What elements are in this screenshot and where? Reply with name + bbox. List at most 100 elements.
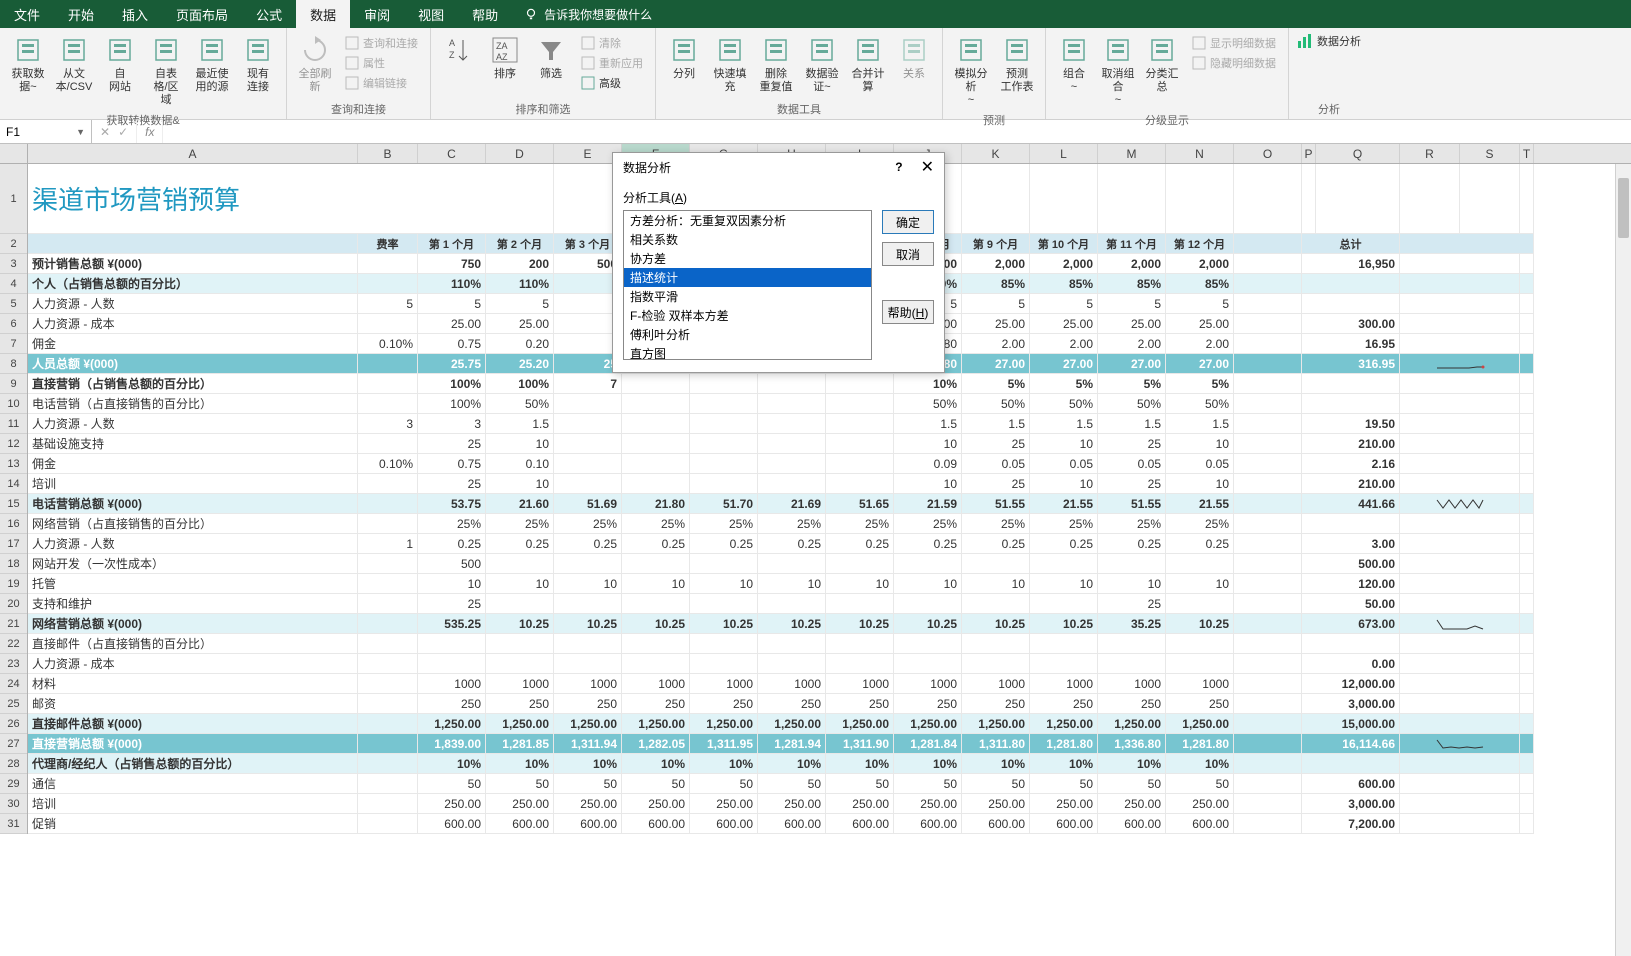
total-cell[interactable]: 50.00 <box>1302 594 1400 614</box>
val-cell[interactable]: 10 <box>1166 474 1234 494</box>
label-cell[interactable]: 支持和维护 <box>28 594 358 614</box>
analysis-tool-item[interactable]: 傅利叶分析 <box>624 325 871 344</box>
cancel-button[interactable]: 取消 <box>882 242 934 266</box>
val-cell[interactable]: 10% <box>622 754 690 774</box>
analysis-tool-item[interactable]: 相关系数 <box>624 230 871 249</box>
val-cell[interactable]: 250 <box>690 694 758 714</box>
val-cell[interactable]: 7 <box>554 374 622 394</box>
rate-cell[interactable] <box>358 314 418 334</box>
vertical-scrollbar[interactable] <box>1615 164 1631 956</box>
val-cell[interactable] <box>758 474 826 494</box>
val-cell[interactable]: 50 <box>894 774 962 794</box>
val-cell[interactable] <box>1030 654 1098 674</box>
label-cell[interactable]: 人员总额 ¥(000) <box>28 354 358 374</box>
val-cell[interactable]: 10 <box>418 574 486 594</box>
val-cell[interactable]: 10% <box>1030 754 1098 774</box>
total-cell[interactable] <box>1302 514 1400 534</box>
val-cell[interactable]: 10 <box>1030 574 1098 594</box>
rate-cell[interactable] <box>358 674 418 694</box>
val-cell[interactable]: 0.05 <box>1166 454 1234 474</box>
val-cell[interactable]: 1,281.84 <box>894 734 962 754</box>
get-data-5[interactable]: 现有连接 <box>236 32 280 96</box>
header-10[interactable]: 第 9 个月 <box>962 234 1030 254</box>
val-cell[interactable]: 35.25 <box>1098 614 1166 634</box>
val-cell[interactable]: 1,311.95 <box>690 734 758 754</box>
val-cell[interactable] <box>826 654 894 674</box>
val-cell[interactable]: 5 <box>1030 294 1098 314</box>
sparkline-cell[interactable] <box>1400 454 1520 474</box>
rate-cell[interactable]: 1 <box>358 534 418 554</box>
val-cell[interactable]: 1,282.05 <box>622 734 690 754</box>
val-cell[interactable] <box>554 654 622 674</box>
val-cell[interactable] <box>758 434 826 454</box>
rate-cell[interactable] <box>358 374 418 394</box>
val-cell[interactable]: 0.25 <box>826 534 894 554</box>
val-cell[interactable]: 21.60 <box>486 494 554 514</box>
val-cell[interactable] <box>826 414 894 434</box>
val-cell[interactable]: 10 <box>622 574 690 594</box>
val-cell[interactable]: 25 <box>1098 594 1166 614</box>
rate-cell[interactable] <box>358 354 418 374</box>
rate-cell[interactable] <box>358 614 418 634</box>
val-cell[interactable] <box>826 634 894 654</box>
total-cell[interactable]: 600.00 <box>1302 774 1400 794</box>
total-cell[interactable]: 16.95 <box>1302 334 1400 354</box>
val-cell[interactable]: 5 <box>418 294 486 314</box>
val-cell[interactable]: 25% <box>690 514 758 534</box>
val-cell[interactable]: 1,250.00 <box>758 714 826 734</box>
val-cell[interactable]: 25.00 <box>1166 314 1234 334</box>
val-cell[interactable]: 5 <box>962 294 1030 314</box>
val-cell[interactable] <box>758 554 826 574</box>
val-cell[interactable]: 1,311.80 <box>962 734 1030 754</box>
header-3[interactable]: 第 2 个月 <box>486 234 554 254</box>
sparkline-cell[interactable] <box>1400 654 1520 674</box>
rate-cell[interactable] <box>358 734 418 754</box>
val-cell[interactable]: 53.75 <box>418 494 486 514</box>
dialog-titlebar[interactable]: 数据分析 ? ✕ <box>613 153 944 181</box>
val-cell[interactable] <box>486 554 554 574</box>
val-cell[interactable] <box>690 554 758 574</box>
val-cell[interactable]: 1000 <box>1098 674 1166 694</box>
val-cell[interactable]: 250.00 <box>758 794 826 814</box>
val-cell[interactable]: 50 <box>690 774 758 794</box>
col-header-B[interactable]: B <box>358 144 418 163</box>
sparkline-cell[interactable] <box>1400 474 1520 494</box>
row-header-4[interactable]: 4 <box>0 274 27 294</box>
val-cell[interactable]: 250.00 <box>1098 794 1166 814</box>
analysis-tools-list[interactable]: 方差分析：无重复双因素分析相关系数协方差描述统计指数平滑F-检验 双样本方差傅利… <box>623 210 872 360</box>
val-cell[interactable] <box>894 594 962 614</box>
val-cell[interactable]: 50% <box>962 394 1030 414</box>
val-cell[interactable]: 1,281.85 <box>486 734 554 754</box>
total-cell[interactable]: 0.00 <box>1302 654 1400 674</box>
analysis-tool-item[interactable]: 指数平滑 <box>624 287 871 306</box>
header-11[interactable]: 第 10 个月 <box>1030 234 1098 254</box>
val-cell[interactable]: 0.25 <box>1166 534 1234 554</box>
val-cell[interactable]: 2.00 <box>1166 334 1234 354</box>
header-2[interactable]: 第 1 个月 <box>418 234 486 254</box>
val-cell[interactable]: 25.00 <box>962 314 1030 334</box>
dt-2[interactable]: 删除重复值 <box>754 32 798 96</box>
menu-开始[interactable]: 开始 <box>54 0 108 28</box>
val-cell[interactable]: 5 <box>1098 294 1166 314</box>
label-cell[interactable]: 代理商/经纪人（占销售总额的百分比） <box>28 754 358 774</box>
val-cell[interactable]: 2.00 <box>1098 334 1166 354</box>
val-cell[interactable] <box>554 394 622 414</box>
val-cell[interactable]: 50 <box>1030 774 1098 794</box>
val-cell[interactable]: 10 <box>894 434 962 454</box>
sparkline-cell[interactable] <box>1400 354 1520 374</box>
val-cell[interactable]: 250 <box>418 694 486 714</box>
val-cell[interactable] <box>418 654 486 674</box>
get-data-4[interactable]: 最近使用的源 <box>190 32 234 96</box>
analysis-tool-item[interactable]: 方差分析：无重复双因素分析 <box>624 211 871 230</box>
row-header-27[interactable]: 27 <box>0 734 27 754</box>
val-cell[interactable] <box>826 434 894 454</box>
val-cell[interactable]: 2,000 <box>1098 254 1166 274</box>
col-header-C[interactable]: C <box>418 144 486 163</box>
val-cell[interactable]: 500 <box>418 554 486 574</box>
val-cell[interactable]: 1,250.00 <box>1098 714 1166 734</box>
col-header-M[interactable]: M <box>1098 144 1166 163</box>
row-header-13[interactable]: 13 <box>0 454 27 474</box>
col-header-K[interactable]: K <box>962 144 1030 163</box>
val-cell[interactable]: 1000 <box>690 674 758 694</box>
val-cell[interactable]: 25.75 <box>418 354 486 374</box>
